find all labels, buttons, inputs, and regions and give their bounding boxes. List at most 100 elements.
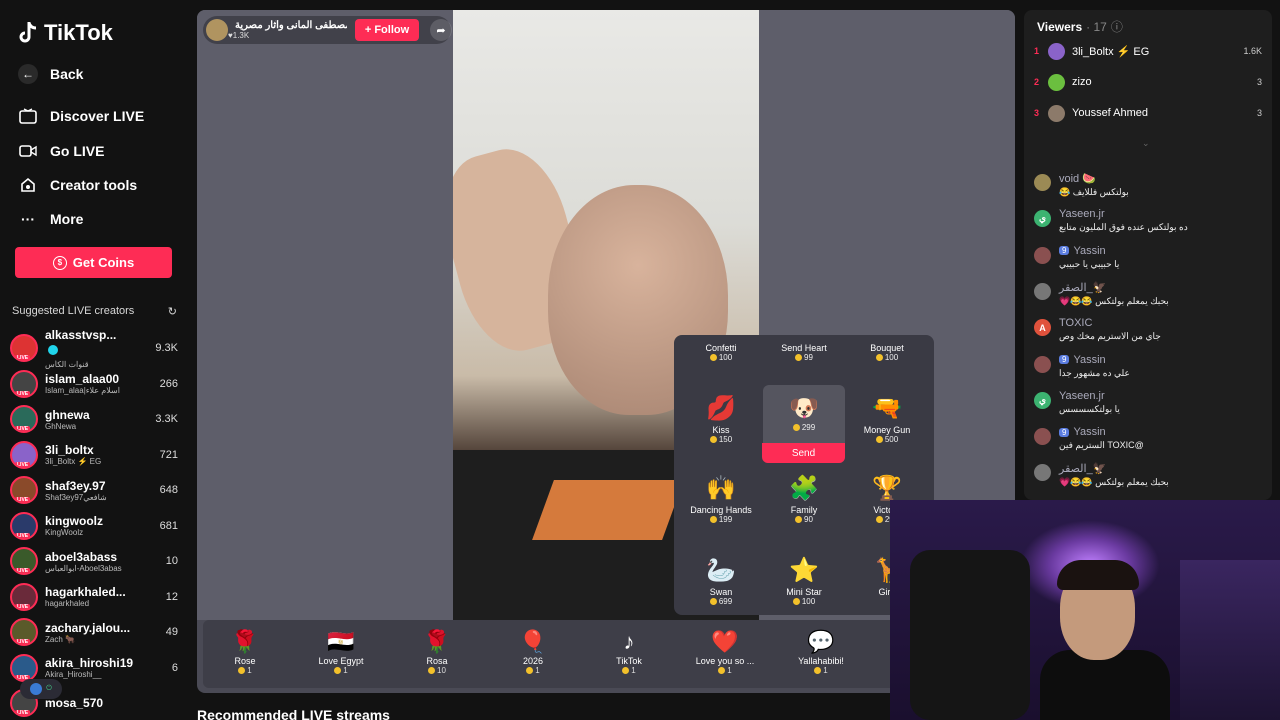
gift-item[interactable]: ⭐ Mini Star 100 (763, 547, 845, 615)
tiktok-logo[interactable]: TikTok (18, 20, 113, 46)
gift-bar-item[interactable]: 🌹 Rose 1 (205, 628, 285, 675)
gift-bar-item[interactable]: 🇪🇬 Love Egypt 1 (301, 628, 381, 675)
chat-message: 9 Yassin علي ده مشهور جدا (1034, 354, 1264, 388)
nav-more[interactable]: ··· More (18, 209, 83, 229)
chat-avatar[interactable] (1034, 428, 1051, 446)
viewer-row[interactable]: 2 zizo 3 (1034, 72, 1262, 92)
gift-bar-item[interactable]: ❤️ Love you so ... 1 (685, 628, 765, 675)
chat-avatar[interactable] (1034, 246, 1051, 264)
viewer-row[interactable]: 3 Youssef Ahmed 3 (1034, 103, 1262, 123)
chat-avatar[interactable]: ي (1034, 210, 1051, 228)
viewers-count: · 17 (1086, 19, 1107, 34)
viewer-avatar[interactable] (1048, 104, 1065, 122)
chat-username[interactable]: void 🍉 (1059, 172, 1129, 185)
chat-avatar[interactable]: ي (1034, 391, 1051, 409)
host-avatar[interactable] (206, 19, 228, 41)
chat-avatar[interactable] (1034, 282, 1051, 300)
host-info-bar[interactable]: مصطفى المانى وآثار مصرية ♥1.3K + Follow … (203, 16, 452, 44)
chat-username[interactable]: Yaseen.jr (1059, 390, 1120, 402)
gift-item[interactable]: 🙌 Dancing Hands 199 (680, 465, 762, 543)
live-badge: LIVE (15, 639, 31, 645)
send-gift-button[interactable]: Send (762, 443, 845, 463)
gift-bar-item[interactable]: 💬 Yallahabibi! 1 (781, 628, 861, 675)
gift-item[interactable]: 🦢 Swan 699 (680, 547, 762, 615)
creator-avatar[interactable]: LIVE (10, 369, 38, 398)
chat-username[interactable]: Yaseen.jr (1059, 208, 1188, 220)
gift-item[interactable]: Send Heart 99 (763, 335, 845, 367)
gift-item[interactable]: Bouquet 100 (846, 335, 928, 367)
chat-body: void 🍉 بولتكس فللايف 😂 (1059, 172, 1129, 206)
info-icon[interactable]: ⓘ (1111, 18, 1123, 35)
coin-icon (709, 516, 717, 523)
nav-discover-live[interactable]: Discover LIVE (18, 106, 144, 126)
creator-row[interactable]: LIVE shaf3ey.97 Shaf3ey97شافعي 648 (10, 473, 178, 507)
creator-text: akira_hiroshi19 Akira_Hiroshi__ (45, 656, 172, 679)
gift-bar: 🌹 Rose 1 🇪🇬 Love Egypt 1 🌹 Rosa 10 🎈 2026 1 ♪ TikTok 1… (203, 620, 1003, 688)
get-coins-button[interactable]: $ Get Coins (15, 247, 172, 278)
creator-subtitle: hagarkhaled (45, 599, 90, 608)
gift-item[interactable]: 💋 Kiss 150 (680, 385, 762, 463)
coin-icon (622, 667, 630, 674)
chat-username[interactable]: الصقر_🦅 (1059, 462, 1169, 475)
chat-username[interactable]: 9 Yassin (1059, 245, 1119, 257)
creator-row[interactable]: LIVE islam_alaa00 Islam_alaa|اسلام علاء 266 (10, 367, 178, 401)
chat-avatar[interactable] (1034, 464, 1051, 482)
viewer-avatar[interactable] (1048, 42, 1065, 60)
creator-avatar[interactable]: LIVE (10, 582, 38, 611)
refresh-icon[interactable]: ↻ (168, 305, 177, 318)
gift-item[interactable]: Confetti 100 (680, 335, 762, 367)
gift-item[interactable]: 🔫 Money Gun 500 (846, 385, 928, 463)
gift-price: 1 (526, 666, 540, 675)
gift-bar-item[interactable]: 🌹 Rosa 10 (397, 628, 477, 675)
cam-chair (910, 550, 1030, 720)
creator-row[interactable]: LIVE zachary.jalou... Zach 🐂 49 (10, 615, 178, 649)
creator-row[interactable]: LIVE kingwoolz KingWoolz 681 (10, 509, 178, 543)
creator-avatar[interactable]: LIVE (10, 511, 38, 540)
nav-creator-tools[interactable]: Creator tools (18, 175, 137, 195)
creator-avatar[interactable]: LIVE (10, 334, 38, 362)
floating-widget[interactable]: ⏻ (20, 679, 62, 699)
creator-avatar[interactable]: LIVE (10, 440, 38, 469)
creator-row[interactable]: LIVE aboel3abass ابوالعباس-Aboel3abas 10 (10, 544, 178, 578)
nav-go-live[interactable]: Go LIVE (18, 141, 104, 161)
viewer-row[interactable]: 1 3li_Boltx ⚡ EG 1.6K (1034, 41, 1262, 61)
creator-row[interactable]: LIVE hagarkhaled... hagarkhaled 12 (10, 580, 178, 614)
creator-name: alkasstvsp... (45, 327, 117, 342)
chat-avatar[interactable] (1034, 174, 1051, 191)
nav-label: Creator tools (50, 177, 138, 193)
creator-subtitle: Shaf3ey97شافعي (45, 492, 107, 502)
creator-row[interactable]: LIVE ghnewa GhNewa 3.3K (10, 402, 178, 436)
chat-avatar[interactable] (1034, 355, 1051, 373)
creator-avatar[interactable]: LIVE (10, 547, 38, 575)
level-badge-value: 9 (1062, 355, 1067, 364)
gift-rosa-icon: 🌹 (423, 629, 451, 654)
creator-row[interactable]: LIVE alkasstvsp... قنوات الكأس 9.3K (10, 327, 178, 369)
share-icon[interactable]: ➦ (430, 19, 452, 41)
creator-viewer-count: 6 (171, 661, 178, 674)
chevron-down-icon[interactable]: ⌄ (1142, 138, 1150, 149)
chat-username[interactable]: الصقر_🦅 (1059, 281, 1169, 294)
gift-price-value: 100 (718, 353, 733, 362)
gift-bar-item[interactable]: 🎈 2026 1 (493, 628, 573, 675)
creator-avatar[interactable]: LIVE (10, 405, 38, 433)
follow-button[interactable]: + Follow (355, 19, 419, 41)
gift-price: 699 (709, 597, 732, 606)
chat-username[interactable]: 9 Yassin (1059, 426, 1144, 438)
creator-row[interactable]: LIVE 3li_boltx 3li_Boltx ⚡ EG 721 (10, 438, 178, 472)
gift-item[interactable]: 🧩 Family 90 (763, 465, 845, 543)
chat-username-text: Yaseen.jr (1059, 389, 1105, 402)
creator-avatar[interactable]: LIVE (10, 618, 38, 646)
back-button[interactable]: ← Back (18, 64, 83, 84)
tiktok-live-page: TikTok ← Back Discover LIVE Go LIVE Crea… (0, 0, 1280, 720)
creator-avatar[interactable]: LIVE (10, 653, 38, 682)
gift-kiss-icon: 💋 (706, 394, 736, 422)
chat-username[interactable]: TOXIC (1059, 317, 1161, 329)
chat-username[interactable]: 9 Yassin (1059, 354, 1130, 366)
chat-avatar[interactable]: A (1034, 319, 1051, 337)
nav-label: Go LIVE (50, 143, 105, 159)
creator-avatar[interactable]: LIVE (10, 476, 38, 504)
gift-bar-item[interactable]: ♪ TikTok 1 (589, 628, 669, 675)
host-likes: ♥1.3K (228, 31, 347, 40)
gift-name: Mini Star (786, 587, 822, 597)
viewer-avatar[interactable] (1048, 73, 1065, 91)
